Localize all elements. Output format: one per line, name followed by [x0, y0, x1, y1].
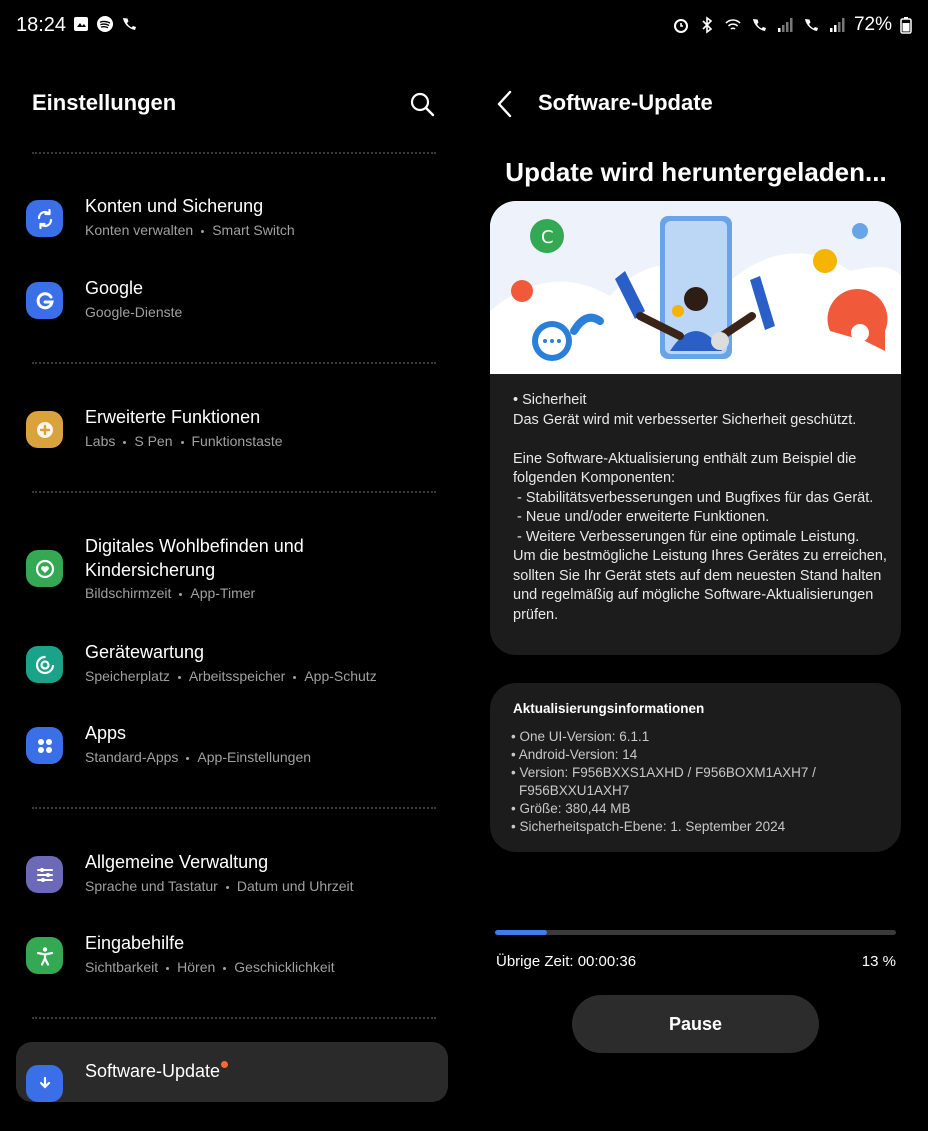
status-right: 72%: [672, 14, 912, 36]
item-title: Allgemeine Verwaltung: [85, 852, 269, 872]
download-heading: Update wird heruntergeladen...: [505, 157, 887, 187]
divider: [32, 152, 436, 154]
divider: [32, 807, 436, 809]
sync-icon: [26, 200, 63, 237]
update-description-card: C • Sicherheit Das Gerät wird mit verbes…: [490, 201, 901, 655]
wellbeing-icon: [26, 550, 63, 587]
item-title: Eingabehilfe: [85, 933, 185, 953]
alarm-icon: [673, 19, 688, 33]
google-icon: [26, 282, 63, 319]
pause-button[interactable]: Pause: [572, 995, 819, 1053]
remaining-time: Übrige Zeit: 00:00:36: [496, 953, 637, 970]
info-build-version: • Version: F956BXXS1AXHD / F956BOXM1AXH7…: [511, 765, 816, 798]
item-title: Google: [85, 278, 144, 298]
item-subtitle: Sichtbarkeit Hören Geschicklichkeit: [85, 959, 335, 975]
item-subtitle: Speicherplatz Arbeitsspeicher App-Schutz: [85, 668, 377, 684]
status-time: 18:24: [16, 14, 67, 36]
item-subtitle: Labs S Pen Funktionstaste: [85, 433, 283, 449]
apps-grid-icon: [26, 727, 63, 764]
download-progress-bar: [495, 930, 896, 935]
wifi-icon: [725, 19, 741, 30]
item-title: Apps: [85, 723, 127, 743]
software-update-title: Software-Update: [538, 90, 713, 115]
software-update-icon: [26, 1065, 63, 1102]
settings-item-apps[interactable]: Apps Standard-Apps App-Einstellungen: [24, 723, 444, 793]
svg-text:C: C: [541, 227, 554, 248]
divider: [32, 1017, 436, 1019]
battery-percent: 72%: [853, 14, 892, 35]
item-subtitle: Sprache und Tastatur Datum und Uhrzeit: [85, 878, 354, 894]
device-care-icon: [26, 646, 63, 683]
divider: [32, 491, 436, 493]
update-description: • Sicherheit Das Gerät wird mit verbesse…: [513, 392, 891, 623]
item-title: Software-Update: [85, 1061, 229, 1082]
signal-1-icon: [777, 18, 793, 32]
update-illustration: C: [490, 201, 901, 374]
signal-2-icon: [829, 18, 845, 32]
info-ui-version: • One UI-Version: 6.1.1: [511, 729, 650, 744]
image-notification-icon: [74, 17, 88, 31]
status-left-icons: [72, 15, 138, 33]
accessibility-icon: [26, 937, 63, 974]
item-title-line1: Digitales Wohlbefinden und: [85, 536, 304, 556]
item-title: Gerätewartung: [85, 642, 205, 662]
update-info-title: Aktualisierungsinformationen: [513, 701, 705, 716]
settings-item-advanced-features[interactable]: Erweiterte Funktionen Labs S Pen Funktions…: [24, 407, 444, 477]
spotify-icon: [97, 16, 113, 32]
info-size: • Größe: 380,44 MB: [511, 801, 631, 816]
settings-item-software-update[interactable]: Software-Update: [24, 1061, 444, 1131]
item-title: Konten und Sicherung: [85, 196, 264, 216]
battery-icon: [900, 17, 912, 34]
info-android-version: • Android-Version: 14: [511, 747, 638, 762]
bluetooth-icon: [702, 16, 713, 34]
wifi-calling-1-icon: [752, 19, 766, 31]
settings-item-accounts-backup[interactable]: Konten und Sicherung Konten verwalten Sma…: [24, 196, 444, 266]
settings-item-accessibility[interactable]: Eingabehilfe Sichtbarkeit Hören Geschickli…: [24, 933, 444, 1003]
item-subtitle: Konten verwalten Smart Switch: [85, 222, 295, 238]
info-security-patch: • Sicherheitspatch-Ebene: 1. September 2…: [511, 819, 786, 834]
item-title-line2: Kindersicherung: [85, 560, 216, 580]
item-subtitle: Bildschirmzeit App-Timer: [85, 585, 256, 601]
update-info-card: Aktualisierungsinformationen • One UI-Ve…: [490, 683, 901, 852]
back-arrow-icon[interactable]: [492, 88, 520, 120]
settings-item-google[interactable]: Google Google-Dienste: [24, 278, 444, 348]
puzzle-plus-icon: [26, 411, 63, 448]
item-subtitle: Standard-Apps App-Einstellungen: [85, 749, 312, 765]
settings-title: Einstellungen: [32, 90, 177, 115]
wifi-call-icon: [123, 18, 136, 30]
update-info-list: • One UI-Version: 6.1.1 • Android-Versio…: [511, 728, 891, 836]
sliders-icon: [26, 856, 63, 893]
progress-percent: 13 %: [861, 953, 896, 970]
search-icon[interactable]: [408, 90, 436, 118]
settings-item-general-management[interactable]: Allgemeine Verwaltung Sprache und Tastat…: [24, 852, 444, 922]
wifi-calling-2-icon: [804, 19, 818, 31]
divider: [32, 362, 436, 364]
item-subtitle: Google-Dienste: [85, 304, 183, 320]
item-title: Erweiterte Funktionen: [85, 407, 261, 427]
download-progress-fill: [495, 930, 548, 935]
settings-item-device-care[interactable]: Gerätewartung Speicherplatz Arbeitsspeich…: [24, 642, 444, 712]
update-badge-dot: [221, 1061, 229, 1068]
settings-item-digital-wellbeing[interactable]: Digitales Wohlbefinden und Kindersicheru…: [24, 536, 444, 606]
